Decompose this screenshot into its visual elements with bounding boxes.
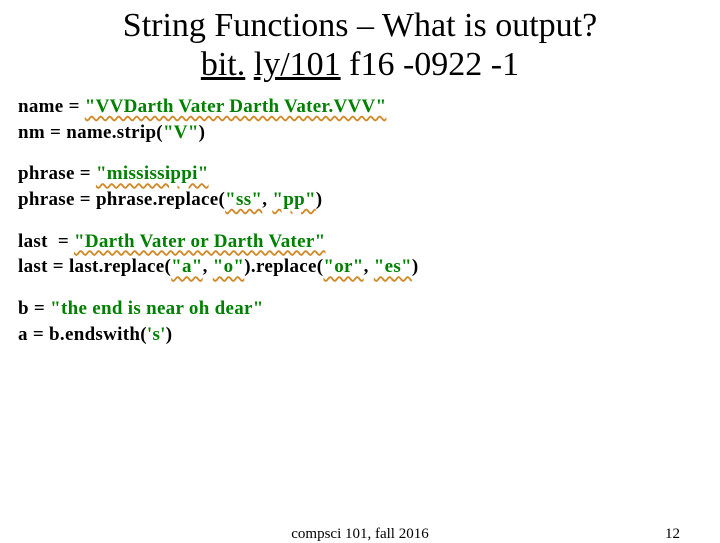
code-line-1: name = "VVDarth Vater Darth Vater.VVV" [18,94,702,120]
code-line-6: last = last.replace("a", "o").replace("o… [18,254,702,280]
title-link-part1: bit. [201,46,245,83]
page-number: 12 [665,526,680,543]
title-link-part2: ly/101 [254,46,341,83]
code-line-4: phrase = phrase.replace("ss", "pp") [18,187,702,213]
blank-line [18,280,702,296]
title-line-1: String Functions – What is output? [0,6,720,45]
code-line-2: nm = name.strip("V") [18,120,702,146]
title-line-2: bit. ly/101 f16 -0922 -1 [0,45,720,84]
code-line-8: a = b.endswith('s') [18,322,702,348]
title-link-part3: f [349,46,360,83]
code-line-5: last = "Darth Vater or Darth Vater" [18,229,702,255]
slide-title: String Functions – What is output? bit. … [0,0,720,84]
code-block: name = "VVDarth Vater Darth Vater.VVV" n… [0,84,720,347]
slide: String Functions – What is output? bit. … [0,0,720,540]
blank-line [18,145,702,161]
footer-text: compsci 101, fall 2016 [0,526,720,543]
code-line-3: phrase = "mississippi" [18,161,702,187]
blank-line [18,213,702,229]
title-link-part4: 16 -0922 -1 [360,46,519,83]
code-line-7: b = "the end is near oh dear" [18,296,702,322]
